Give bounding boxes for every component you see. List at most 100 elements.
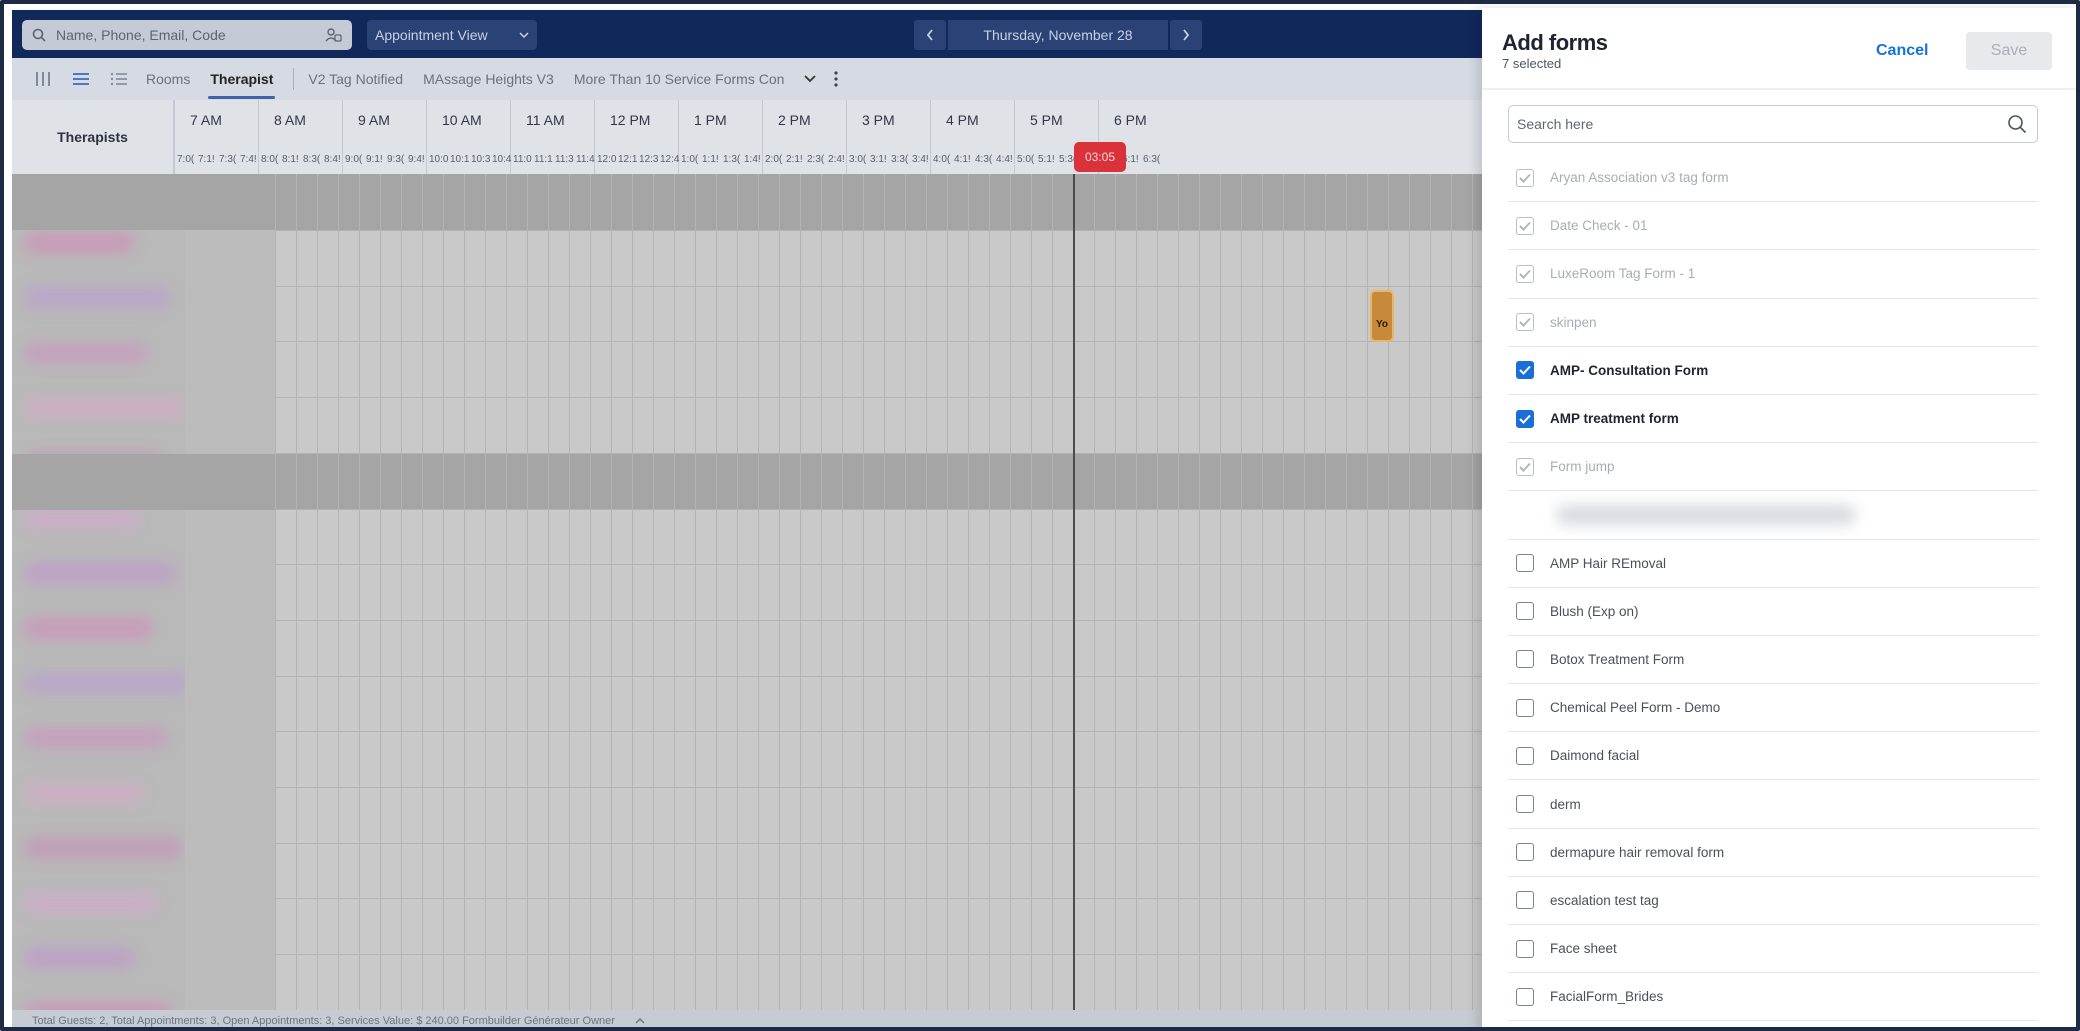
chevron-right-icon: [1183, 29, 1190, 41]
form-label: Aryan Association v3 tag form: [1550, 170, 1729, 186]
form-list-item[interactable]: Chemical Peel Form - Demo: [1508, 684, 2038, 733]
form-search-input[interactable]: [1517, 116, 2007, 132]
form-checkbox[interactable]: [1516, 746, 1534, 765]
hour-label: 11 AM: [526, 112, 565, 128]
therapist-name-redacted: [24, 507, 139, 529]
cancel-button[interactable]: Cancel: [1876, 42, 1928, 60]
form-list-item: Date Check - 01: [1508, 202, 2038, 251]
form-list-item[interactable]: FacialForm_Brides: [1508, 973, 2038, 1022]
tab-more-than-10-service-forms[interactable]: More Than 10 Service Forms Con: [574, 71, 785, 87]
quarter-hour-label: 2:0(: [765, 154, 783, 165]
form-list-item[interactable]: AMP Hair REmoval: [1508, 540, 2038, 588]
form-label: Botox Treatment Form: [1550, 651, 1685, 667]
save-button[interactable]: Save: [1966, 32, 2052, 70]
form-list-item[interactable]: derm: [1508, 780, 2038, 829]
more-options-icon[interactable]: [834, 70, 839, 88]
appointment-block[interactable]: Yo: [1370, 290, 1394, 342]
form-checkbox[interactable]: [1516, 602, 1534, 621]
search-input[interactable]: Name, Phone, Email, Code: [22, 20, 352, 50]
form-label: AMP- Consultation Form: [1550, 362, 1709, 378]
tab-therapist[interactable]: Therapist: [208, 71, 276, 99]
hour-label: 3 PM: [862, 112, 895, 128]
prev-day-button[interactable]: [914, 20, 946, 50]
tab-massage-heights-v3[interactable]: MAssage Heights V3: [423, 71, 554, 87]
therapist-name-redacted: [24, 947, 135, 969]
hour-label: 1 PM: [694, 112, 727, 128]
form-list-item[interactable]: Face sheet: [1508, 925, 2038, 974]
quarter-hour-label: 4:0(: [933, 154, 951, 165]
form-checkbox[interactable]: [1516, 361, 1534, 380]
grid-column-line: [275, 174, 276, 1010]
search-placeholder: Name, Phone, Email, Code: [56, 27, 226, 43]
quarter-hour-label: 5:1!: [1038, 154, 1055, 165]
form-checkbox[interactable]: [1516, 843, 1534, 862]
form-list-item[interactable]: AMP treatment form: [1508, 395, 2038, 444]
hour-label: 2 PM: [778, 112, 811, 128]
quarter-hour-label: 2:4!: [828, 154, 845, 165]
chevron-left-icon: [926, 29, 933, 41]
next-day-button[interactable]: [1170, 20, 1202, 50]
grid-column-line: [1220, 174, 1221, 1010]
hour-divider: [174, 100, 175, 174]
grid-row-line: [275, 731, 1482, 732]
form-list-item[interactable]: dermapure hair removal form: [1508, 829, 2038, 877]
form-checkbox: [1516, 168, 1534, 187]
current-date[interactable]: Thursday, November 28: [948, 20, 1168, 50]
row-view-icon[interactable]: [70, 69, 92, 89]
quarter-hour-label: 10:4: [492, 154, 512, 165]
scheduler-app: Name, Phone, Email, Code Appointment Vie…: [12, 10, 1482, 1027]
hour-label: 7 AM: [190, 112, 222, 128]
form-checkbox[interactable]: [1516, 698, 1534, 717]
form-checkbox[interactable]: [1516, 554, 1534, 573]
grid-column-line: [422, 174, 423, 1010]
form-checkbox[interactable]: [1516, 409, 1534, 428]
grid-column-line: [989, 174, 990, 1010]
form-search-field[interactable]: [1508, 105, 2038, 143]
form-list-item[interactable]: AMP- Consultation Form: [1508, 347, 2038, 395]
form-list-item[interactable]: Botox Treatment Form: [1508, 636, 2038, 685]
form-checkbox[interactable]: [1516, 939, 1534, 958]
selected-count: 7 selected: [1502, 56, 1562, 71]
grid-row-line: [275, 954, 1482, 955]
grid-column-line: [1283, 174, 1284, 1010]
quarter-hour-label: 1:4!: [744, 154, 761, 165]
form-list-item[interactable]: Blush (Exp on): [1508, 588, 2038, 636]
grid-column-line: [1157, 174, 1158, 1010]
search-icon[interactable]: [2007, 114, 2027, 134]
quarter-hour-label: 12:3: [639, 154, 659, 165]
form-label: Form jump: [1550, 459, 1615, 475]
grid-column-line: [884, 174, 885, 1010]
form-checkbox[interactable]: [1516, 987, 1534, 1006]
tab-rooms[interactable]: Rooms: [146, 71, 190, 87]
grid-column-line: [485, 174, 486, 1010]
form-checkbox[interactable]: [1516, 650, 1534, 669]
tabs-overflow-chevron-icon[interactable]: [804, 75, 817, 83]
hour-divider: [846, 100, 847, 174]
quarter-hour-label: 10:3: [471, 154, 491, 165]
grid-column-line: [569, 174, 570, 1010]
quarter-hour-label: 4:1!: [954, 154, 971, 165]
hour-divider: [930, 100, 931, 174]
therapists-column-label: Therapists: [12, 100, 174, 174]
form-list-item[interactable]: escalation test tag: [1508, 877, 2038, 925]
grid-column-line: [590, 174, 591, 1010]
quarter-hour-label: 6:3(: [1143, 154, 1161, 165]
grid-column-line: [527, 174, 528, 1010]
form-list-item[interactable]: Daimond facial: [1508, 732, 2038, 781]
quarter-hour-label: 2:1!: [786, 154, 803, 165]
appointment-view-select[interactable]: Appointment View: [367, 20, 537, 50]
grid-column-line: [380, 174, 381, 1010]
therapist-name-redacted: [24, 892, 158, 914]
form-checkbox[interactable]: [1516, 795, 1534, 814]
quarter-hour-label: 4:4!: [996, 154, 1013, 165]
id-card-icon[interactable]: [324, 27, 342, 43]
form-checkbox[interactable]: [1516, 891, 1534, 910]
hour-label: 12 PM: [610, 112, 651, 128]
grid-column-line: [1094, 174, 1095, 1010]
hour-label: 9 AM: [358, 112, 390, 128]
chevron-up-icon[interactable]: [635, 1017, 645, 1024]
list-view-icon[interactable]: [108, 69, 130, 89]
closed-hours-column: [185, 174, 275, 1010]
column-view-icon[interactable]: [32, 69, 54, 89]
tab-v2-tag-notified[interactable]: V2 Tag Notified: [308, 71, 403, 87]
